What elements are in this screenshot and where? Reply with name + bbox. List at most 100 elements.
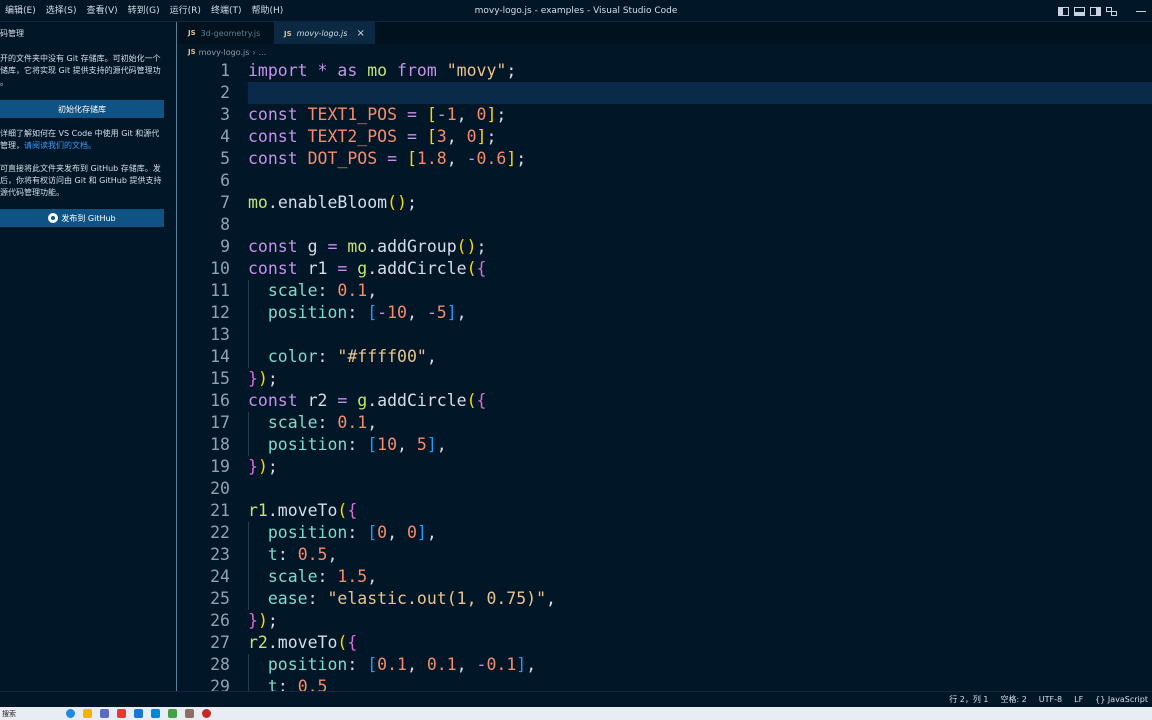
code-text: position: [0, 0], bbox=[267, 523, 437, 542]
line-number: 29 bbox=[210, 677, 230, 691]
code-text: t: 0.5, bbox=[267, 545, 338, 564]
code-text: const r1 = g.addCircle({ bbox=[248, 259, 487, 278]
publish-github-button[interactable]: 发布到 GitHub bbox=[0, 209, 164, 227]
file-explorer-icon[interactable] bbox=[83, 709, 92, 718]
code-text: }); bbox=[248, 369, 278, 388]
close-tab-icon[interactable]: × bbox=[356, 28, 364, 39]
line-number: 15 bbox=[210, 369, 230, 388]
line-number: 10 bbox=[210, 259, 230, 278]
code-text: const DOT_POS = [1.8, -0.6]; bbox=[248, 149, 527, 168]
code-text: position: [10, 5], bbox=[267, 435, 447, 454]
line-number: 24 bbox=[210, 567, 230, 586]
menu-edit[interactable]: 编辑(E) bbox=[0, 0, 41, 22]
indent-guide bbox=[248, 280, 249, 368]
code-text: r1.moveTo({ bbox=[248, 501, 358, 520]
line-number: 26 bbox=[210, 611, 230, 630]
menu-view[interactable]: 查看(V) bbox=[81, 0, 122, 22]
indentation[interactable]: 空格: 2 bbox=[1000, 694, 1026, 705]
breadcrumb-symbols[interactable]: ... bbox=[259, 48, 267, 57]
line-number: 25 bbox=[210, 589, 230, 608]
menu-bar: 编辑(E) 选择(S) 查看(V) 转到(G) 运行(R) 终端(T) 帮助(H… bbox=[0, 0, 288, 22]
line-number: 11 bbox=[210, 281, 230, 300]
taskbar-search[interactable]: 搜索 bbox=[0, 709, 62, 719]
line-number: 17 bbox=[210, 413, 230, 432]
line-number: 21 bbox=[210, 501, 230, 520]
code-text: r2.moveTo({ bbox=[248, 633, 358, 652]
app-icon[interactable] bbox=[100, 709, 109, 718]
app-icon[interactable] bbox=[202, 709, 211, 718]
code-text: import * as mo from "movy"; bbox=[248, 61, 517, 80]
code-text: color: "#ffff00", bbox=[267, 347, 437, 366]
no-repo-message: 打开的文件夹中没有 Git 存储库。可初始化一个存储库，它将实现 Git 提供支… bbox=[0, 54, 161, 87]
line-number: 20 bbox=[210, 479, 230, 498]
editor-tabs: JS 3d-geometry.js JS movy-logo.js × bbox=[178, 22, 1152, 44]
tab-movy-logo[interactable]: JS movy-logo.js × bbox=[274, 22, 375, 44]
line-number: 19 bbox=[210, 457, 230, 476]
toggle-primary-sidebar-icon[interactable] bbox=[1058, 6, 1069, 16]
code-editor[interactable]: 1 import * as mo from "movy"; 2 3 const TEXT… bbox=[178, 60, 1152, 691]
breadcrumb-file[interactable]: movy-logo.js bbox=[199, 48, 250, 57]
tab-label: movy-logo.js bbox=[296, 29, 348, 38]
app-icon[interactable] bbox=[168, 709, 177, 718]
line-number: 2 bbox=[220, 83, 230, 102]
line-number: 27 bbox=[210, 633, 230, 652]
cursor-position[interactable]: 行 2，列 1 bbox=[949, 694, 988, 705]
init-repo-button-label: 初始化存储库 bbox=[58, 104, 106, 114]
vscode-icon[interactable] bbox=[134, 709, 143, 718]
line-number: 23 bbox=[210, 545, 230, 564]
code-text: scale: 1.5, bbox=[267, 567, 378, 586]
learn-more-message: 要详细了解如何在 VS Code 中使用 Git 和源代码管理，请阅读我们的文档… bbox=[0, 128, 164, 152]
code-text: mo.enableBloom(); bbox=[248, 193, 417, 212]
code-text: position: [0.1, 0.1, -0.1], bbox=[267, 655, 537, 674]
menu-terminal[interactable]: 终端(T) bbox=[206, 0, 247, 22]
menu-run[interactable]: 运行(R) bbox=[165, 0, 206, 22]
line-number: 22 bbox=[210, 523, 230, 542]
tab-3d-geometry[interactable]: JS 3d-geometry.js bbox=[178, 22, 274, 44]
current-line-highlight bbox=[248, 82, 1152, 104]
line-number: 1 bbox=[220, 61, 230, 80]
layout-controls bbox=[1058, 0, 1146, 22]
line-number: 5 bbox=[220, 149, 230, 168]
line-number: 14 bbox=[210, 347, 230, 366]
language-mode[interactable]: {} JavaScript bbox=[1095, 695, 1148, 704]
line-number: 13 bbox=[210, 325, 230, 344]
code-text: t: 0.5 bbox=[267, 677, 328, 691]
toggle-secondary-sidebar-icon[interactable] bbox=[1090, 6, 1101, 16]
menu-go[interactable]: 转到(G) bbox=[123, 0, 165, 22]
line-number: 3 bbox=[220, 105, 230, 124]
line-number: 18 bbox=[210, 435, 230, 454]
indent-guide bbox=[248, 522, 249, 610]
publish-github-button-label: 发布到 GitHub bbox=[61, 213, 116, 223]
code-text: }); bbox=[248, 611, 278, 630]
javascript-file-icon: JS bbox=[284, 29, 292, 38]
app-icon[interactable] bbox=[185, 709, 194, 718]
edge-icon[interactable] bbox=[66, 709, 75, 718]
code-text: scale: 0.1, bbox=[267, 413, 378, 432]
customize-layout-icon[interactable] bbox=[1106, 6, 1117, 16]
line-number: 9 bbox=[220, 237, 230, 256]
breadcrumb-separator-icon: › bbox=[252, 47, 256, 57]
code-text: }); bbox=[248, 457, 278, 476]
os-taskbar: 搜索 bbox=[0, 707, 1152, 720]
encoding[interactable]: UTF-8 bbox=[1039, 695, 1062, 704]
minimize-icon[interactable] bbox=[1136, 10, 1146, 12]
line-number: 16 bbox=[210, 391, 230, 410]
github-icon bbox=[48, 213, 59, 223]
menu-help[interactable]: 帮助(H) bbox=[246, 0, 288, 22]
javascript-file-icon: JS bbox=[188, 48, 196, 56]
line-number: 28 bbox=[210, 655, 230, 674]
toggle-panel-icon[interactable] bbox=[1074, 6, 1085, 16]
docs-link[interactable]: 请阅读我们的文档。 bbox=[24, 141, 96, 150]
status-bar: 行 2，列 1 空格: 2 UTF-8 LF {} JavaScript bbox=[0, 691, 1152, 707]
code-text: scale: 0.1, bbox=[267, 281, 378, 300]
app-icon[interactable] bbox=[117, 709, 126, 718]
line-number: 12 bbox=[210, 303, 230, 322]
code-text: const g = mo.addGroup(); bbox=[248, 237, 487, 256]
code-text: const r2 = g.addCircle({ bbox=[248, 391, 487, 410]
menu-selection[interactable]: 选择(S) bbox=[41, 0, 82, 22]
init-repo-button[interactable]: 初始化存储库 bbox=[0, 100, 164, 118]
breadcrumb: JS movy-logo.js › ... bbox=[178, 44, 1152, 60]
end-of-line[interactable]: LF bbox=[1074, 695, 1083, 704]
app-icon[interactable] bbox=[151, 709, 160, 718]
title-bar: 编辑(E) 选择(S) 查看(V) 转到(G) 运行(R) 终端(T) 帮助(H… bbox=[0, 0, 1152, 22]
